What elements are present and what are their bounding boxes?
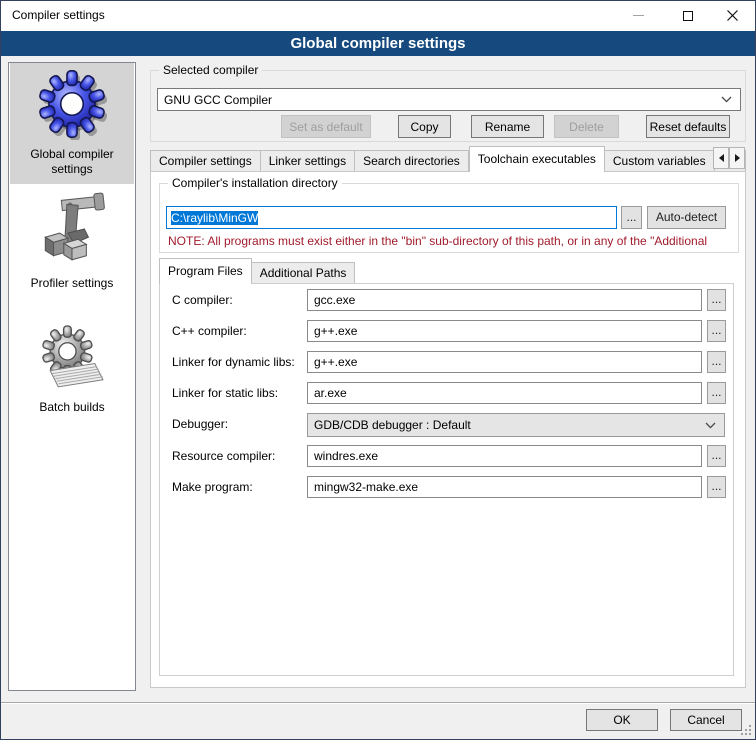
linker-static-input[interactable]: ar.exe (307, 382, 702, 404)
auto-detect-button[interactable]: Auto-detect (647, 206, 726, 229)
sidebar-item-profiler-settings[interactable]: Profiler settings (10, 184, 134, 304)
programs-tabstrip: Program Files Additional Paths (159, 258, 739, 284)
make-program-input[interactable]: mingw32-make.exe (307, 476, 702, 498)
c-compiler-input[interactable]: gcc.exe (307, 289, 702, 311)
debugger-select-value: GDB/CDB debugger : Default (308, 418, 705, 432)
reset-defaults-button[interactable]: Reset defaults (646, 115, 730, 138)
resource-compiler-label: Resource compiler: (172, 445, 275, 467)
make-program-label: Make program: (172, 476, 253, 498)
linker-static-label: Linker for static libs: (172, 382, 278, 404)
install-dir-input[interactable]: C:\raylib\MinGW (166, 206, 617, 229)
maximize-icon (683, 11, 693, 21)
installation-directory-group: Compiler's installation directory C:\ray… (159, 183, 739, 253)
rename-button[interactable]: Rename (471, 115, 544, 138)
minimize-icon (633, 15, 644, 16)
tab-custom-variables[interactable]: Custom variables (605, 150, 715, 172)
linker-dynamic-label: Linker for dynamic libs: (172, 351, 295, 373)
set-as-default-button: Set as default (281, 115, 371, 138)
tab-scroll-left-button[interactable] (713, 147, 729, 169)
selected-compiler-group: Selected compiler GNU GCC Compiler Set a… (150, 70, 746, 142)
chevron-down-icon (721, 96, 732, 103)
selected-compiler-legend: Selected compiler (159, 63, 262, 77)
linker-dynamic-input[interactable]: g++.exe (307, 351, 702, 373)
maximize-button[interactable] (672, 0, 704, 31)
tab-compiler-settings[interactable]: Compiler settings (150, 150, 261, 172)
resize-grip[interactable] (740, 724, 752, 736)
close-button[interactable] (716, 0, 748, 31)
page-title: Global compiler settings (0, 31, 756, 56)
sidebar-item-batch-builds[interactable]: Batch builds (10, 313, 134, 428)
delete-button: Delete (554, 115, 619, 138)
installation-directory-legend: Compiler's installation directory (168, 176, 342, 190)
cpp-compiler-label: C++ compiler: (172, 320, 247, 342)
profiler-caliper-icon (33, 190, 111, 268)
cpp-compiler-input[interactable]: g++.exe (307, 320, 702, 342)
batch-builds-gear-icon (36, 324, 109, 397)
c-compiler-label: C compiler: (172, 289, 233, 311)
debugger-select[interactable]: GDB/CDB debugger : Default (307, 413, 725, 437)
program-files-page: C compiler: gcc.exe ... C++ compiler: g+… (159, 283, 734, 676)
settings-tabstrip: Compiler settings Linker settings Search… (150, 146, 746, 172)
browse-linker-dynamic-button[interactable]: ... (707, 351, 726, 373)
titlebar: Compiler settings (0, 0, 756, 31)
debugger-label: Debugger: (172, 413, 228, 435)
compiler-settings-window: Compiler settings Global compiler settin… (0, 0, 756, 740)
sidebar-item-global-compiler-settings[interactable]: Global compiler settings (10, 63, 134, 184)
browse-cpp-compiler-button[interactable]: ... (707, 320, 726, 342)
toolchain-executables-page: Compiler's installation directory C:\ray… (150, 171, 746, 688)
close-icon (727, 10, 738, 21)
chevron-down-icon (705, 422, 716, 429)
install-dir-value: C:\raylib\MinGW (171, 211, 258, 225)
sidebar-item-label: Global compiler settings (10, 147, 134, 177)
settings-category-list: Global compiler settings Profiler settin… (8, 62, 136, 691)
sidebar-item-label: Batch builds (10, 400, 134, 415)
copy-button[interactable]: Copy (398, 115, 451, 138)
tab-search-directories[interactable]: Search directories (355, 150, 469, 172)
browse-make-program-button[interactable]: ... (707, 476, 726, 498)
browse-c-compiler-button[interactable]: ... (707, 289, 726, 311)
footer-divider (0, 702, 756, 704)
arrow-right-icon (735, 154, 740, 162)
blue-gear-icon (36, 68, 108, 140)
tab-toolchain-executables[interactable]: Toolchain executables (469, 146, 605, 172)
browse-linker-static-button[interactable]: ... (707, 382, 726, 404)
window-title: Compiler settings (12, 8, 105, 22)
tab-scroll-right-button[interactable] (729, 147, 745, 169)
resource-compiler-input[interactable]: windres.exe (307, 445, 702, 467)
cancel-button[interactable]: Cancel (670, 709, 742, 731)
arrow-left-icon (719, 154, 724, 162)
compiler-select-value: GNU GCC Compiler (158, 93, 721, 107)
tab-additional-paths[interactable]: Additional Paths (252, 262, 356, 284)
tab-linker-settings[interactable]: Linker settings (261, 150, 355, 172)
ok-button[interactable]: OK (586, 709, 658, 731)
minimize-button[interactable] (622, 0, 654, 31)
browse-resource-compiler-button[interactable]: ... (707, 445, 726, 467)
sidebar-item-label: Profiler settings (10, 276, 134, 291)
browse-install-dir-button[interactable]: ... (621, 206, 642, 229)
tab-program-files[interactable]: Program Files (159, 258, 252, 284)
compiler-select[interactable]: GNU GCC Compiler (157, 88, 741, 111)
install-dir-note: NOTE: All programs must exist either in … (168, 234, 736, 248)
